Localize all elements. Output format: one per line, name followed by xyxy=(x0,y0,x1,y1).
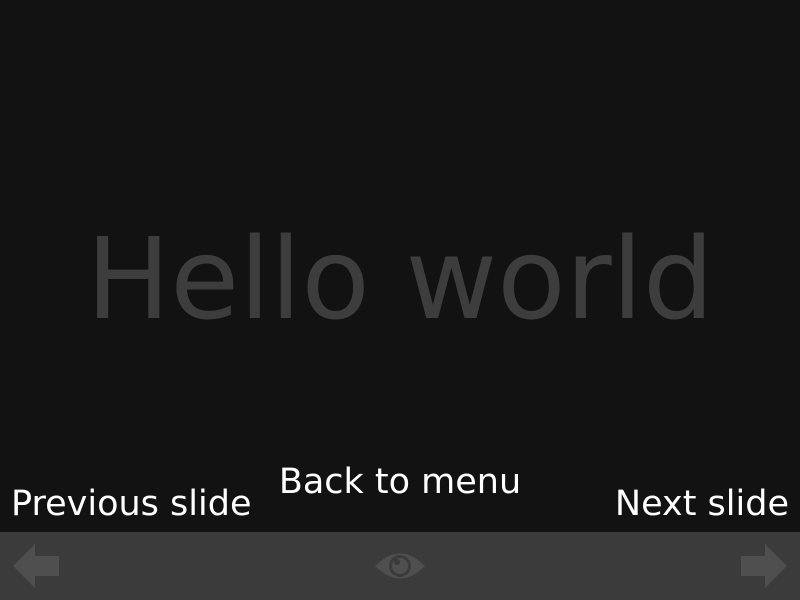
slide-title: Hello world xyxy=(86,215,714,345)
left-arrow-icon xyxy=(13,544,59,588)
next-slide-hint: Next slide xyxy=(614,484,789,524)
back-to-menu-button[interactable] xyxy=(360,532,440,600)
next-slide-button[interactable] xyxy=(730,532,800,600)
right-arrow-icon xyxy=(741,544,787,588)
bottom-toolbar xyxy=(0,532,800,600)
previous-slide-button[interactable] xyxy=(0,532,70,600)
eye-icon xyxy=(375,553,425,579)
slide-area: Hello world xyxy=(0,0,800,532)
